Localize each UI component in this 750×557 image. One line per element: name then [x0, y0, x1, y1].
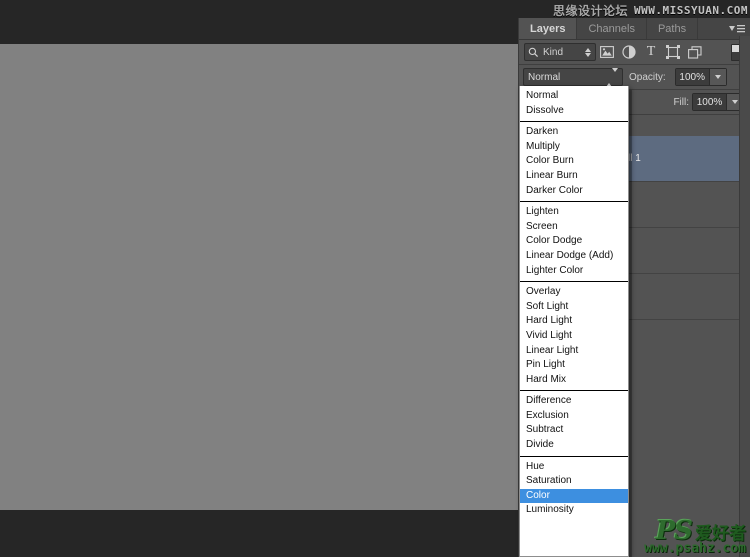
blend-mode-select[interactable]: Normal	[523, 68, 623, 86]
tab-channels-label: Channels	[588, 23, 634, 35]
menu-item-difference[interactable]: Difference	[520, 394, 628, 409]
opacity-field[interactable]: 100%	[675, 68, 727, 86]
menu-item-linear-light[interactable]: Linear Light	[520, 344, 628, 359]
menu-item-pin-light[interactable]: Pin Light	[520, 358, 628, 373]
menu-item-exclusion[interactable]: Exclusion	[520, 409, 628, 424]
dropdown-shadow	[629, 90, 632, 557]
menu-item-soft-light[interactable]: Soft Light	[520, 300, 628, 315]
fill-value: 100%	[693, 94, 726, 110]
menu-item-subtract[interactable]: Subtract	[520, 423, 628, 438]
menu-item-color-dodge[interactable]: Color Dodge	[520, 234, 628, 249]
menu-item-lighter-color[interactable]: Lighter Color	[520, 264, 628, 279]
filter-type-layers-icon[interactable]: T	[640, 41, 662, 63]
menu-item-divide[interactable]: Divide	[520, 438, 628, 453]
menu-item-color-burn[interactable]: Color Burn	[520, 154, 628, 169]
watermark-top-url: WWW.MISSYUAN.COM	[634, 4, 748, 17]
menu-item-linear-dodge-add[interactable]: Linear Dodge (Add)	[520, 249, 628, 264]
menu-item-screen[interactable]: Screen	[520, 220, 628, 235]
menu-item-dissolve[interactable]: Dissolve	[520, 104, 628, 119]
dropdown-group-lighten: Lighten Screen Color Dodge Linear Dodge …	[520, 202, 628, 282]
search-icon	[528, 47, 539, 58]
menu-item-linear-burn[interactable]: Linear Burn	[520, 169, 628, 184]
dropdown-group-contrast: Overlay Soft Light Hard Light Vivid Ligh…	[520, 282, 628, 391]
filter-smart-objects-icon[interactable]	[684, 41, 706, 63]
opacity-label: Opacity:	[629, 72, 666, 83]
fill-field[interactable]: 100%	[692, 93, 744, 111]
watermark-top-cn: 思缘设计论坛	[553, 2, 628, 19]
menu-item-darken[interactable]: Darken	[520, 125, 628, 140]
menu-item-hard-light[interactable]: Hard Light	[520, 314, 628, 329]
menu-item-color[interactable]: Color	[520, 489, 628, 504]
menu-item-overlay[interactable]: Overlay	[520, 285, 628, 300]
document-canvas[interactable]	[0, 44, 518, 510]
tab-paths-label: Paths	[658, 23, 686, 35]
menu-item-vivid-light[interactable]: Vivid Light	[520, 329, 628, 344]
menu-item-darker-color[interactable]: Darker Color	[520, 184, 628, 199]
filter-adjustment-layers-icon[interactable]	[618, 41, 640, 63]
menu-item-multiply[interactable]: Multiply	[520, 140, 628, 155]
tab-paths[interactable]: Paths	[647, 18, 698, 39]
menu-item-hard-mix[interactable]: Hard Mix	[520, 373, 628, 388]
tab-layers-label: Layers	[530, 23, 565, 35]
opacity-chevron-down-icon[interactable]	[709, 69, 726, 85]
updown-stepper-icon[interactable]	[584, 48, 592, 57]
dropdown-group-component: Hue Saturation Color Luminosity	[520, 457, 628, 521]
dropdown-group-darken: Darken Multiply Color Burn Linear Burn D…	[520, 122, 628, 202]
watermark-top: 思缘设计论坛 WWW.MISSYUAN.COM	[553, 1, 748, 19]
menu-item-saturation[interactable]: Saturation	[520, 474, 628, 489]
panel-tab-bar: Layers Channels Paths	[519, 18, 750, 40]
tab-channels[interactable]: Channels	[577, 18, 646, 39]
filter-shape-layers-icon[interactable]	[662, 41, 684, 63]
menu-item-normal[interactable]: Normal	[520, 89, 628, 104]
photoshop-window: 思缘设计论坛 WWW.MISSYUAN.COM Layers Channels …	[0, 0, 750, 557]
filter-kind-label: Kind	[543, 47, 580, 58]
blend-mode-value: Normal	[528, 72, 606, 83]
panel-scrollbar[interactable]	[739, 36, 750, 557]
blend-mode-stepper-icon[interactable]	[606, 72, 618, 83]
tab-layers[interactable]: Layers	[519, 18, 577, 39]
menu-item-lighten[interactable]: Lighten	[520, 205, 628, 220]
menu-item-hue[interactable]: Hue	[520, 460, 628, 475]
filter-kind-select[interactable]: Kind	[524, 43, 596, 61]
blend-mode-dropdown[interactable]: Normal Dissolve Darken Multiply Color Bu…	[519, 86, 629, 557]
fill-label: Fill:	[673, 97, 689, 108]
layer-filter-row: Kind T	[519, 40, 750, 65]
dropdown-group-normal: Normal Dissolve	[520, 86, 628, 122]
panel-menu-icon[interactable]	[728, 22, 746, 36]
menu-item-luminosity[interactable]: Luminosity	[520, 503, 628, 518]
opacity-value: 100%	[676, 69, 709, 85]
dropdown-group-comparative: Difference Exclusion Subtract Divide	[520, 391, 628, 456]
filter-pixel-layers-icon[interactable]	[596, 41, 618, 63]
